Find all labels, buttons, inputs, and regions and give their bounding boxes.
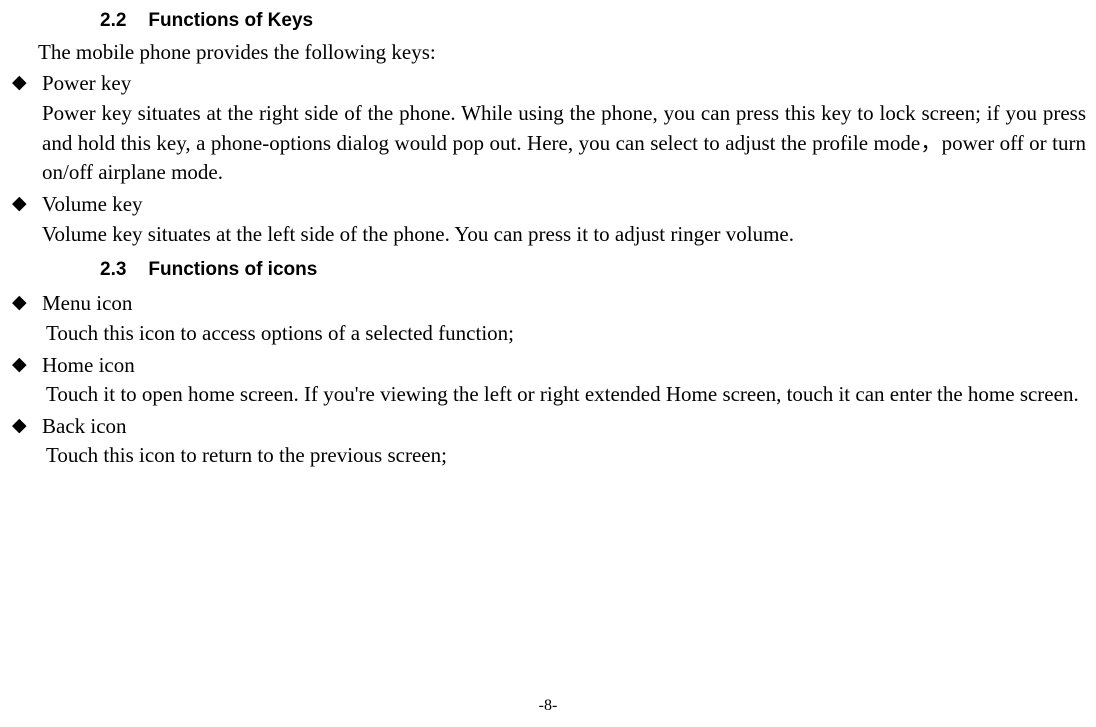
diamond-bullet-icon: ◆ xyxy=(10,69,42,97)
list-item: ◆ Volume key xyxy=(10,190,1086,219)
power-key-label: Power key xyxy=(42,69,131,98)
menu-icon-body: Touch this icon to access options of a s… xyxy=(46,319,1086,349)
list-item: ◆ Back icon xyxy=(10,412,1086,441)
diamond-bullet-icon: ◆ xyxy=(10,351,42,379)
volume-key-label: Volume key xyxy=(42,190,143,219)
power-key-body: Power key situates at the right side of … xyxy=(42,99,1086,188)
diamond-bullet-icon: ◆ xyxy=(10,190,42,218)
diamond-bullet-icon: ◆ xyxy=(10,412,42,440)
diamond-bullet-icon: ◆ xyxy=(10,289,42,317)
section-2-3-title: Functions of icons xyxy=(148,259,317,280)
section-2-3-heading: 2.3 Functions of icons xyxy=(100,259,1086,281)
back-icon-body: Touch this icon to return to the previou… xyxy=(46,441,1086,471)
section-2-2-intro: The mobile phone provides the following … xyxy=(38,38,1086,66)
volume-key-body: Volume key situates at the left side of … xyxy=(42,220,1086,250)
list-item: ◆ Menu icon xyxy=(10,289,1086,318)
section-2-3-number: 2.3 xyxy=(100,259,126,281)
list-item: ◆ Power key xyxy=(10,69,1086,98)
list-item: ◆ Home icon xyxy=(10,351,1086,380)
section-2-2-title: Functions of Keys xyxy=(148,10,313,31)
section-2-2-heading: 2.2 Functions of Keys xyxy=(100,10,1086,32)
page-number: -8- xyxy=(0,697,1096,715)
section-2-2-number: 2.2 xyxy=(100,10,126,32)
home-icon-body: Touch it to open home screen. If you're … xyxy=(46,380,1086,410)
menu-icon-label: Menu icon xyxy=(42,289,132,318)
home-icon-label: Home icon xyxy=(42,351,135,380)
page-content: 2.2 Functions of Keys The mobile phone pr… xyxy=(0,0,1096,471)
back-icon-label: Back icon xyxy=(42,412,127,441)
